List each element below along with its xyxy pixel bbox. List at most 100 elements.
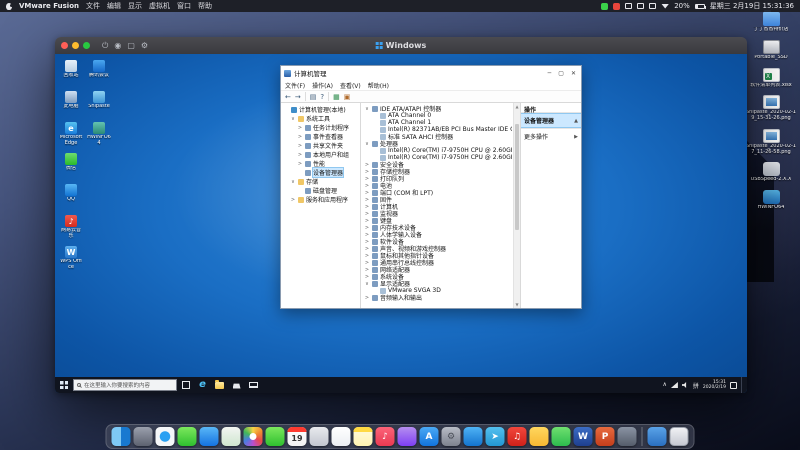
- device-expander-icon[interactable]: >: [364, 211, 370, 217]
- tree-item[interactable]: 计算机管理(本地): [281, 105, 360, 114]
- vm-desktop-icon[interactable]: eMicrosoft Edge: [59, 122, 83, 153]
- keyboard-icon[interactable]: [637, 3, 644, 9]
- dock-notes[interactable]: [354, 427, 373, 446]
- device-item[interactable]: >网络适配器: [363, 266, 512, 273]
- dock-telegram[interactable]: ➤: [486, 427, 505, 446]
- dock-app-store[interactable]: A: [420, 427, 439, 446]
- dm-close-button[interactable]: ✕: [571, 70, 576, 77]
- tree-item[interactable]: >事件查看器: [281, 132, 360, 141]
- volume-icon[interactable]: [682, 382, 689, 388]
- device-list-scrollbar[interactable]: ▲ ▼: [513, 103, 520, 308]
- device-expander-icon[interactable]: >: [364, 162, 370, 168]
- device-item[interactable]: VMware SVGA 3D: [363, 287, 512, 294]
- tree-item[interactable]: 设备管理器: [281, 168, 360, 177]
- dock-word[interactable]: W: [574, 427, 593, 446]
- scroll-down-icon[interactable]: ▼: [514, 301, 520, 308]
- dock-netease-music[interactable]: ♫: [508, 427, 527, 446]
- apple-menu-icon[interactable]: [6, 3, 12, 10]
- device-item[interactable]: ∨处理器: [363, 140, 512, 147]
- tree-expander-icon[interactable]: >: [290, 197, 296, 203]
- netease-music-icon[interactable]: [613, 3, 620, 10]
- display-icon[interactable]: [625, 3, 632, 9]
- device-expander-icon[interactable]: >: [364, 253, 370, 259]
- device-expander-icon[interactable]: >: [364, 274, 370, 280]
- device-expander-icon[interactable]: >: [364, 190, 370, 196]
- device-expander-icon[interactable]: >: [364, 239, 370, 245]
- device-expander-icon[interactable]: ∨: [364, 106, 370, 112]
- device-item[interactable]: Intel(R) Core(TM) i7-9750H CPU @ 2.60GHz: [363, 147, 512, 154]
- dm-maximize-button[interactable]: ▢: [558, 70, 564, 77]
- dock-qq-music[interactable]: [530, 427, 549, 446]
- device-item[interactable]: 标准 SATA AHCI 控制器: [363, 133, 512, 140]
- tree-expander-icon[interactable]: >: [297, 134, 303, 140]
- ime-indicator[interactable]: 拼: [693, 381, 699, 390]
- help-icon[interactable]: ?: [320, 93, 324, 101]
- show-desktop-button[interactable]: [741, 377, 744, 393]
- tree-item[interactable]: >性能: [281, 159, 360, 168]
- menubar-menu-0[interactable]: 文件: [86, 1, 100, 11]
- close-button[interactable]: [61, 42, 68, 49]
- dock-calendar[interactable]: 19: [288, 427, 307, 446]
- device-item[interactable]: >打印队列: [363, 175, 512, 182]
- device-item[interactable]: ∨IDE ATA/ATAPI 控制器: [363, 105, 512, 112]
- display-mode-icon[interactable]: ▢: [127, 37, 135, 54]
- network-icon[interactable]: [671, 382, 678, 388]
- desktop-icon[interactable]: Snipaste_2020-02-19_15-31-26.png: [745, 95, 797, 122]
- tree-item[interactable]: >任务计划程序: [281, 123, 360, 132]
- tree-expander-icon[interactable]: >: [297, 125, 303, 131]
- wechat-icon[interactable]: [601, 3, 608, 10]
- tree-item[interactable]: ∨系统工具: [281, 114, 360, 123]
- settings-gear-icon[interactable]: ⚙: [141, 37, 148, 54]
- dock-launchpad[interactable]: [134, 427, 153, 446]
- tree-expander-icon[interactable]: >: [297, 143, 303, 149]
- tree-item[interactable]: ∨存储: [281, 177, 360, 186]
- device-item[interactable]: ∨显示适配器: [363, 280, 512, 287]
- dm-menu-3[interactable]: 帮助(H): [368, 81, 389, 90]
- vm-desktop-icon[interactable]: 回收站: [59, 60, 83, 91]
- battery-icon[interactable]: [695, 4, 705, 9]
- taskbar-edge-icon[interactable]: e: [194, 377, 211, 393]
- wifi-icon[interactable]: [661, 4, 669, 9]
- dm-titlebar[interactable]: 计算机管理 ─ ▢ ✕: [281, 66, 581, 80]
- device-expander-icon[interactable]: ∨: [364, 141, 370, 147]
- device-item[interactable]: ATA Channel 1: [363, 119, 512, 126]
- tree-item[interactable]: >服务和应用程序: [281, 195, 360, 204]
- dock-powerpoint[interactable]: P: [596, 427, 615, 446]
- device-item[interactable]: ATA Channel 0: [363, 112, 512, 119]
- dock-messages[interactable]: [178, 427, 197, 446]
- minimize-button[interactable]: [72, 42, 79, 49]
- dock-wechat[interactable]: [552, 427, 571, 446]
- device-expander-icon[interactable]: >: [364, 246, 370, 252]
- device-item[interactable]: >通用串行总线控制器: [363, 259, 512, 266]
- device-item[interactable]: >安全设备: [363, 161, 512, 168]
- tree-item[interactable]: 磁盘管理: [281, 186, 360, 195]
- tree-item[interactable]: >本地用户和组: [281, 150, 360, 159]
- menubar-menu-5[interactable]: 帮助: [198, 1, 212, 11]
- start-button[interactable]: [55, 377, 73, 393]
- dock-facetime[interactable]: [266, 427, 285, 446]
- tree-expander-icon[interactable]: ∨: [290, 116, 296, 122]
- taskbar-task-view-icon[interactable]: [177, 377, 194, 393]
- dock-contacts[interactable]: [310, 427, 329, 446]
- desktop-icon[interactable]: 丁丁省省特价店: [745, 12, 797, 33]
- dm-menu-1[interactable]: 操作(A): [312, 81, 333, 90]
- menubar-menu-4[interactable]: 窗口: [177, 1, 191, 11]
- device-item[interactable]: >电池: [363, 182, 512, 189]
- device-item[interactable]: >软件设备: [363, 238, 512, 245]
- device-item[interactable]: >监视器: [363, 210, 512, 217]
- device-item[interactable]: >鼠标和其他指针设备: [363, 252, 512, 259]
- device-expander-icon[interactable]: >: [364, 169, 370, 175]
- device-item[interactable]: >音频输入和输出: [363, 294, 512, 301]
- back-icon[interactable]: ←: [285, 93, 291, 101]
- action-device-manager[interactable]: 设备管理器 ▲: [521, 114, 581, 127]
- device-expander-icon[interactable]: ∨: [364, 281, 370, 287]
- menubar-menu-3[interactable]: 虚拟机: [149, 1, 170, 11]
- taskbar-file-explorer-icon[interactable]: [211, 377, 228, 393]
- device-expander-icon[interactable]: >: [364, 197, 370, 203]
- power-icon[interactable]: ⏻: [102, 37, 108, 54]
- device-item[interactable]: >系统设备: [363, 273, 512, 280]
- tray-expand-icon[interactable]: ∧: [663, 382, 667, 388]
- zoom-button[interactable]: [83, 42, 90, 49]
- device-item[interactable]: Intel(R) Core(TM) i7-9750H CPU @ 2.60GHz: [363, 154, 512, 161]
- scrollbar-thumb[interactable]: [515, 124, 519, 231]
